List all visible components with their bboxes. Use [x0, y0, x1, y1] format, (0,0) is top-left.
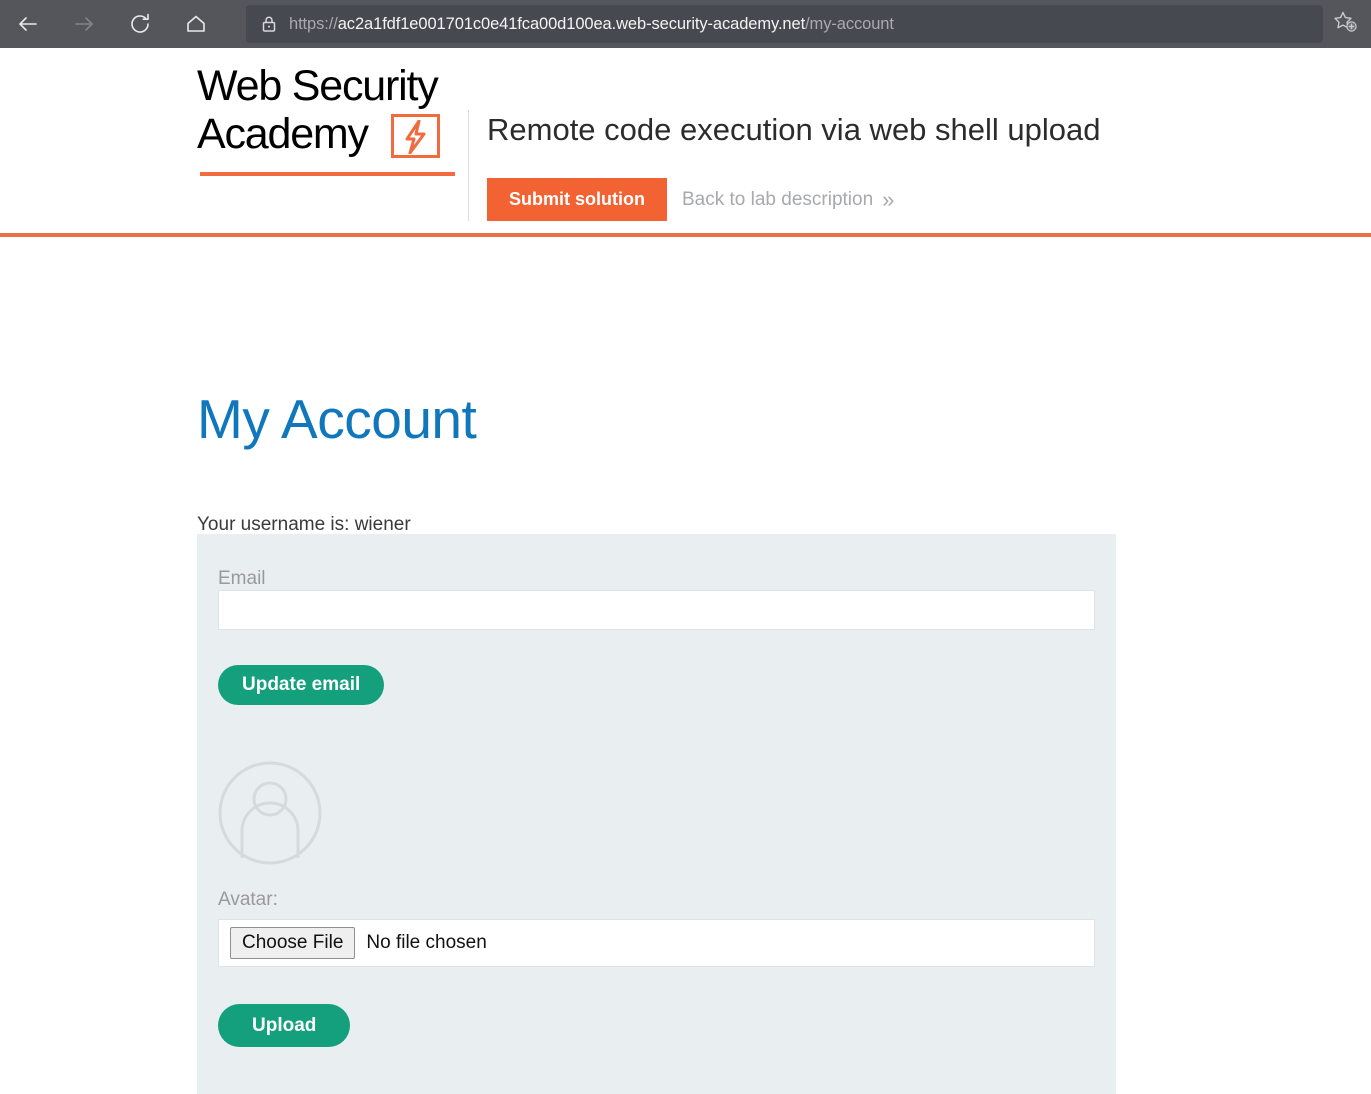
upload-button[interactable]: Upload: [218, 1004, 351, 1047]
reload-button[interactable]: [112, 0, 168, 48]
forward-button[interactable]: [56, 0, 112, 48]
logo-line-1: Web Security: [197, 62, 439, 110]
back-link-label: Back to lab description: [681, 188, 874, 210]
address-bar[interactable]: https://ac2a1fdf1e001701c0e41fca00d100ea…: [246, 5, 1323, 43]
navigation-buttons: [0, 0, 224, 48]
avatar-preview: [218, 761, 1095, 870]
account-form-panel: Email Update email Avatar: Choose File N…: [197, 534, 1116, 1094]
email-input[interactable]: [218, 590, 1095, 630]
add-favorite-button[interactable]: [1325, 4, 1365, 44]
forward-arrow-icon: [71, 11, 97, 37]
lab-title: Remote code execution via web shell uplo…: [487, 112, 1101, 147]
url-host: ac2a1fdf1e001701c0e41fca00d100ea.web-sec…: [337, 14, 806, 33]
url-scheme: https://: [289, 14, 338, 33]
submit-solution-button[interactable]: Submit solution: [487, 178, 667, 221]
header-orange-rule: [0, 233, 1371, 237]
home-button[interactable]: [168, 0, 224, 48]
page-title: My Account: [197, 387, 477, 450]
home-icon: [183, 11, 209, 37]
back-button[interactable]: [0, 0, 56, 48]
back-to-lab-description-link[interactable]: Back to lab description »: [681, 186, 895, 212]
double-chevron-right-icon: »: [882, 186, 895, 212]
page-viewport: Web Security Academy Remote code executi…: [0, 48, 1371, 1094]
url-text: https://ac2a1fdf1e001701c0e41fca00d100ea…: [289, 15, 894, 34]
web-security-academy-logo[interactable]: Web Security Academy: [197, 62, 462, 180]
lightning-bolt-icon: [391, 114, 440, 158]
email-label: Email: [218, 568, 266, 589]
logo-line-2: Academy: [197, 110, 369, 158]
username-line: Your username is: wiener: [197, 514, 411, 535]
url-path: /my-account: [805, 14, 894, 33]
lock-icon: [258, 13, 280, 35]
header-divider: [468, 110, 469, 221]
star-plus-icon: [1331, 8, 1359, 41]
avatar-label: Avatar:: [218, 889, 278, 910]
lab-header: Web Security Academy Remote code executi…: [0, 48, 1371, 237]
user-avatar-icon: [218, 761, 1095, 870]
lab-actions: Submit solution Back to lab description …: [487, 178, 894, 221]
avatar-file-input[interactable]: Choose File No file chosen: [218, 919, 1095, 967]
selected-file-name: No file chosen: [366, 932, 487, 953]
logo-underline: [200, 172, 455, 176]
choose-file-button[interactable]: Choose File: [230, 927, 356, 959]
update-email-button[interactable]: Update email: [218, 665, 385, 705]
back-arrow-icon: [15, 11, 41, 37]
browser-toolbar: https://ac2a1fdf1e001701c0e41fca00d100ea…: [0, 0, 1371, 48]
reload-icon: [127, 11, 153, 37]
